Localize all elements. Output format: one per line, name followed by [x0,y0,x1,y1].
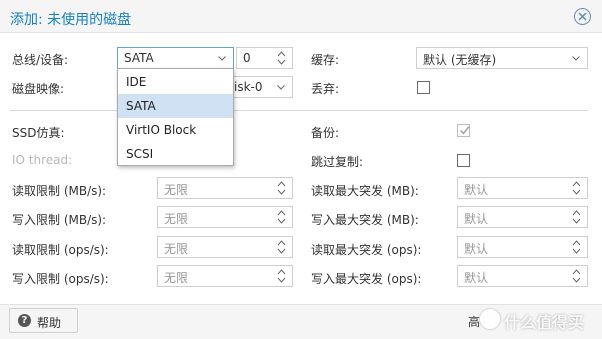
spinner-icon[interactable] [572,268,581,284]
read-burst-mb-label: 读取最大突发 (MB): [311,184,419,198]
bus-option-label: SATA [126,99,156,113]
write-limit-ops-input[interactable]: 无限 [157,265,293,287]
watermark-text: 什么值得买 [504,313,585,332]
discard-checkbox[interactable] [417,81,430,94]
bus-select-value: SATA [124,51,154,65]
help-button-label: 帮助 [37,316,62,330]
bus-option-label: SCSI [126,147,154,161]
dialog-title: 添加: 未使用的磁盘 [10,12,132,28]
chevron-down-icon [277,85,285,90]
disk-image-label: 磁盘映像: [12,82,65,96]
read-burst-mb-placeholder: 默认 [464,183,489,197]
bus-option-scsi[interactable]: SCSI [118,142,233,166]
chevron-down-icon [218,56,226,61]
write-burst-ops-label: 写入最大突发 (ops): [311,272,422,286]
discard-label: 丢弃: [311,82,340,96]
bus-option-label: VirtIO Block [126,123,197,137]
write-burst-mb-input[interactable]: 默认 [457,206,588,228]
close-icon [578,12,587,21]
read-burst-ops-placeholder: 默认 [464,242,489,256]
read-limit-mb-placeholder: 无限 [164,183,189,197]
bus-option-ide[interactable]: IDE [118,70,233,94]
close-button[interactable] [574,8,591,25]
read-burst-ops-input[interactable]: 默认 [457,236,588,258]
write-limit-mb-input[interactable]: 无限 [157,206,293,228]
bus-select[interactable]: SATA [117,47,234,69]
io-thread-label: IO thread: [12,153,73,167]
read-limit-ops-placeholder: 无限 [164,242,189,256]
write-limit-mb-label: 写入限制 (MB/s): [12,213,107,227]
cache-label: 缓存: [311,53,340,67]
bus-option-virtio-block[interactable]: VirtIO Block [118,118,233,142]
write-burst-ops-input[interactable]: 默认 [457,265,588,287]
backup-label: 备份: [311,126,340,140]
read-limit-ops-label: 读取限制 (ops/s): [12,243,109,257]
bus-option-label: IDE [126,75,147,89]
dialog-titlebar: 添加: 未使用的磁盘 [0,0,602,33]
skip-replication-checkbox[interactable] [457,154,470,167]
read-limit-mb-label: 读取限制 (MB/s): [12,184,107,198]
spinner-icon[interactable] [572,180,581,196]
ssd-emulation-label: SSD仿真: [12,126,65,140]
spinner-icon[interactable] [277,209,286,225]
device-number-stepper[interactable]: 0 [236,47,293,69]
bus-device-label: 总线/设备: [12,53,69,67]
read-limit-ops-input[interactable]: 无限 [157,236,293,258]
chevron-down-icon [572,56,580,61]
help-button[interactable]: ? 帮助 [9,308,78,333]
write-burst-mb-placeholder: 默认 [464,212,489,226]
spinner-icon[interactable] [277,239,286,255]
section-divider [10,110,588,111]
write-burst-ops-placeholder: 默认 [464,271,489,285]
bus-dropdown-list: IDE SATA VirtIO Block SCSI [117,68,234,166]
cache-select[interactable]: 默认 (无缓存) [416,47,588,69]
bus-option-sata[interactable]: SATA [118,94,233,118]
checkmark-icon [460,126,470,135]
write-limit-ops-placeholder: 无限 [164,271,189,285]
read-limit-mb-input[interactable]: 无限 [157,177,293,199]
backup-checkbox[interactable] [457,124,470,137]
device-number-value: 0 [243,51,251,65]
write-limit-ops-label: 写入限制 (ops/s): [12,272,109,286]
skip-replication-label: 跳过复制: [311,155,364,169]
watermark-logo [480,309,500,329]
cache-select-value: 默认 (无缓存) [423,53,497,67]
read-burst-ops-label: 读取最大突发 (ops): [311,243,422,257]
spinner-icon[interactable] [277,50,286,66]
watermark: 什么值得买 [478,306,602,334]
disk-image-value: isk-0 [234,80,263,94]
spinner-icon[interactable] [277,268,286,284]
spinner-icon[interactable] [572,209,581,225]
help-icon: ? [18,314,31,327]
write-burst-mb-label: 写入最大突发 (MB): [311,213,419,227]
read-burst-mb-input[interactable]: 默认 [457,177,588,199]
spinner-icon[interactable] [277,180,286,196]
spinner-icon[interactable] [572,239,581,255]
write-limit-mb-placeholder: 无限 [164,212,189,226]
